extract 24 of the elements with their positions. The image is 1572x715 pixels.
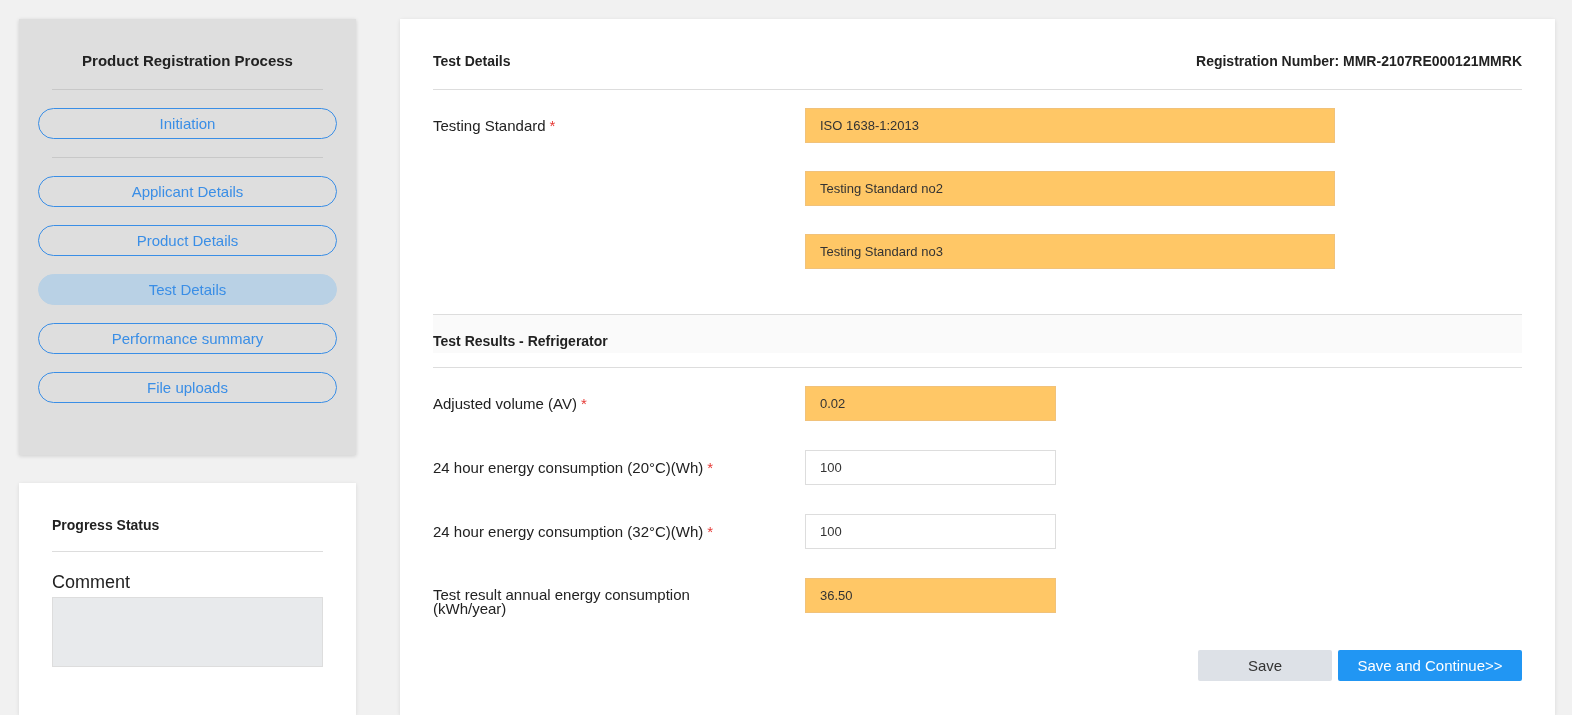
value-input[interactable]: 100 (805, 450, 1056, 485)
required-mark: * (707, 459, 714, 476)
sidebar-title: Product Registration Process (81, 52, 294, 69)
required-mark: * (580, 395, 587, 412)
save-button[interactable]: Save (1198, 650, 1332, 681)
field-label: Test result annual energy consumption (kWh/year) (433, 586, 690, 617)
registration-number: Registration Number: MMR-2107RE000121MMRK (1196, 53, 1522, 71)
results-title: Test Results - Refrigerator (433, 315, 1522, 353)
field-label: Adjusted volume (AV) (433, 395, 577, 412)
field-label: 24 hour energy consumption (20°C)(Wh) (433, 459, 704, 476)
required-mark: * (549, 117, 556, 134)
section-title: Test Details (433, 53, 511, 71)
value-input[interactable]: 36.50 (805, 578, 1056, 613)
comment-label: Comment (52, 572, 132, 593)
standard-input[interactable]: Testing Standard no2 (805, 171, 1335, 206)
required-mark: * (707, 523, 714, 540)
standard-input[interactable]: Testing Standard no3 (805, 234, 1335, 269)
field-label: 24 hour energy consumption (32°C)(Wh) (433, 523, 704, 540)
standard-input[interactable]: ISO 1638-1:2013 (805, 108, 1335, 143)
comment-field[interactable] (52, 597, 323, 667)
value-input[interactable]: 100 (805, 514, 1056, 549)
field-label: Testing Standard (433, 117, 546, 134)
value-input[interactable]: 0.02 (805, 386, 1056, 421)
progress-title: Progress Status (52, 517, 161, 533)
